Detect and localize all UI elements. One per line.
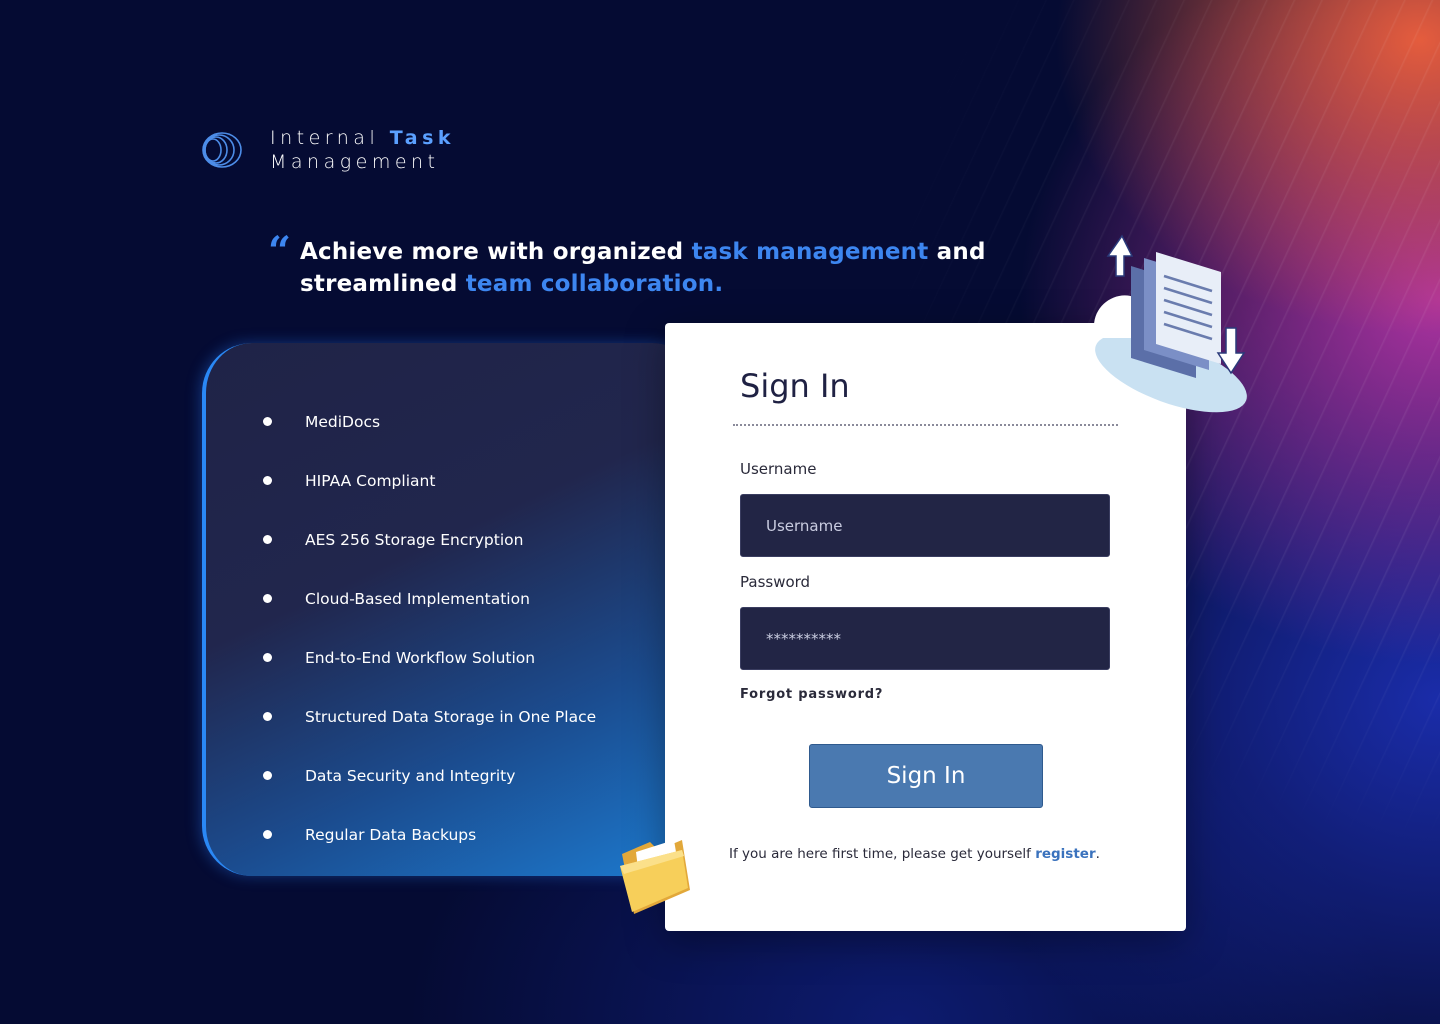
signin-title: Sign In xyxy=(740,367,850,405)
forgot-password-link[interactable]: Forgot password? xyxy=(740,687,883,702)
bullet-icon xyxy=(263,653,272,662)
bullet-icon xyxy=(263,417,272,426)
brand: Internal Task Management xyxy=(200,126,455,174)
feature-label: Cloud-Based Implementation xyxy=(305,589,530,608)
bullet-icon xyxy=(263,712,272,721)
register-link[interactable]: register xyxy=(1035,846,1095,862)
username-input[interactable] xyxy=(740,494,1110,557)
password-label: Password xyxy=(740,573,811,591)
brand-line1-highlight: Task xyxy=(389,127,456,149)
bullet-icon xyxy=(263,771,272,780)
brand-line1: Internal xyxy=(270,127,390,149)
brand-name: Internal Task Management xyxy=(270,126,455,174)
feature-item: Regular Data Backups xyxy=(263,805,596,864)
tagline-quote: “ Achieve more with organized task manag… xyxy=(268,228,1148,298)
tagline-highlight2: team collaboration. xyxy=(465,271,724,297)
feature-label: MediDocs xyxy=(305,412,381,431)
register-prompt-text: If you are here first time, please get y… xyxy=(729,846,1036,862)
feature-label: AES 256 Storage Encryption xyxy=(305,530,524,549)
tagline-part1: Achieve more with organized xyxy=(300,239,692,265)
tagline-text: Achieve more with organized task managem… xyxy=(300,236,1150,300)
register-prompt: If you are here first time, please get y… xyxy=(729,846,1100,862)
brand-line2: Management xyxy=(270,151,440,173)
title-divider xyxy=(733,424,1118,426)
feature-list: MediDocs HIPAA Compliant AES 256 Storage E… xyxy=(263,392,596,864)
feature-label: Structured Data Storage in One Place xyxy=(305,707,597,726)
signin-button[interactable]: Sign In xyxy=(809,744,1043,808)
features-panel: MediDocs HIPAA Compliant AES 256 Storage E… xyxy=(202,343,702,876)
password-input[interactable] xyxy=(740,607,1110,670)
feature-item: Structured Data Storage in One Place xyxy=(263,687,596,746)
username-label: Username xyxy=(740,460,817,478)
tagline-highlight1: task management xyxy=(691,239,929,265)
feature-label: Data Security and Integrity xyxy=(305,766,516,785)
bullet-icon xyxy=(263,594,272,603)
concentric-rings-logo-icon xyxy=(202,132,242,168)
feature-item: MediDocs xyxy=(263,392,596,451)
feature-item: AES 256 Storage Encryption xyxy=(263,510,596,569)
register-suffix: . xyxy=(1095,846,1100,862)
bullet-icon xyxy=(263,476,272,485)
quote-mark-icon: “ xyxy=(268,228,292,275)
folder-icon xyxy=(620,840,690,914)
bullet-icon xyxy=(263,535,272,544)
feature-item: End-to-End Workflow Solution xyxy=(263,628,596,687)
bullet-icon xyxy=(263,830,272,839)
feature-label: Regular Data Backups xyxy=(305,825,477,844)
feature-label: End-to-End Workflow Solution xyxy=(305,648,536,667)
feature-item: Data Security and Integrity xyxy=(263,746,596,805)
cloud-documents-icon xyxy=(1094,234,1247,413)
feature-item: HIPAA Compliant xyxy=(263,451,596,510)
feature-item: Cloud-Based Implementation xyxy=(263,569,596,628)
feature-label: HIPAA Compliant xyxy=(305,471,436,490)
